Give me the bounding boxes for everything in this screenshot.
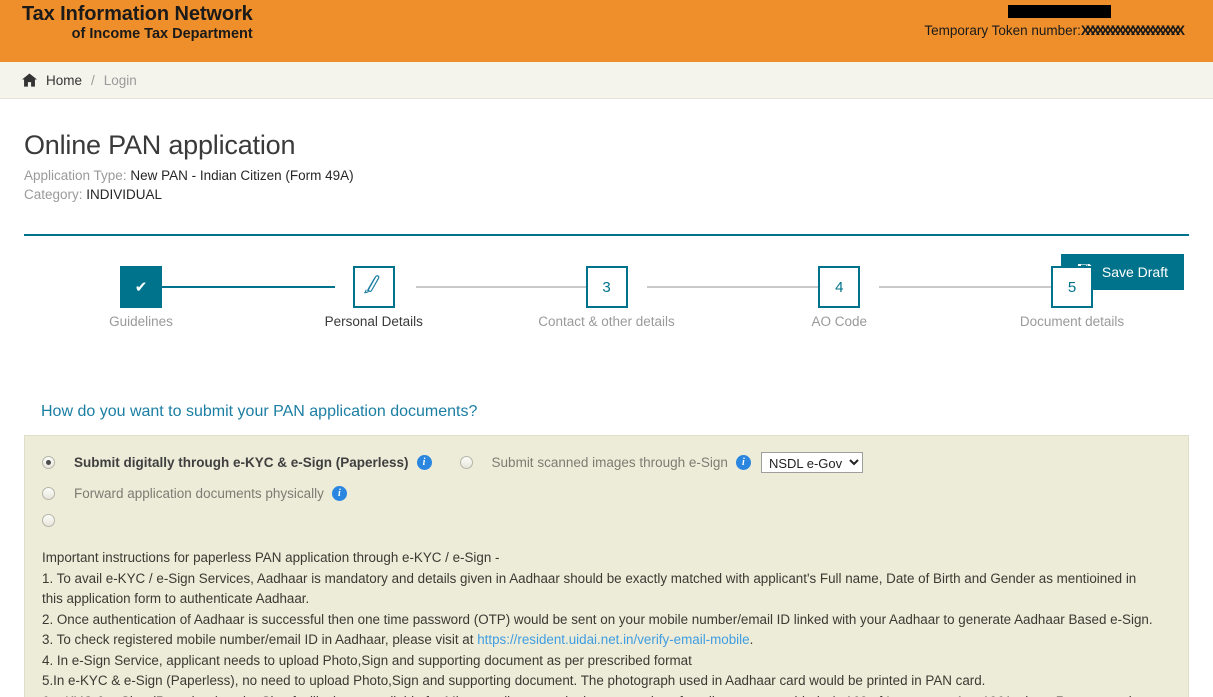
breadcrumb-current: Login [103, 72, 137, 88]
radio-unlabeled-extra[interactable] [42, 514, 55, 527]
progress-stepper: ✔ Guidelines Personal Details 3 Contact … [24, 266, 1189, 356]
info-icon-physical-forward[interactable]: i [331, 486, 347, 501]
stepper-connector-3 [647, 286, 832, 288]
option-ekyc-esign-label: Submit digitally through e-KYC & e-Sign … [74, 455, 409, 470]
token-label: Temporary Token number: [924, 23, 1081, 38]
stepper-connector-1 [162, 286, 335, 288]
application-type-value: New PAN - Indian Citizen (Form 49A) [130, 168, 354, 183]
application-type-label: Application Type: [24, 168, 127, 183]
option-physical-forward-label: Forward application documents physically [74, 486, 324, 501]
step-document-details-marker: 5 [1051, 266, 1093, 308]
submission-options-row: Submit digitally through e-KYC & e-Sign … [42, 452, 1171, 501]
radio-scanned-esign[interactable] [459, 456, 473, 469]
esign-provider-select[interactable]: NSDL e-Gov [760, 452, 863, 473]
step-ao-code-label: AO Code [811, 314, 868, 329]
page-body: Online PAN application Application Type:… [0, 99, 1213, 697]
info-icon-ekyc-esign[interactable]: i [416, 455, 432, 470]
step-guidelines-label: Guidelines [109, 314, 173, 329]
step-personal-details-label: Personal Details [324, 314, 423, 329]
title-divider [24, 234, 1189, 236]
brand-subtitle: of Income Tax Department [71, 25, 253, 42]
uidai-verify-link[interactable]: https://resident.uidai.net.in/verify-ema… [477, 632, 749, 647]
step-contact-details[interactable]: 3 Contact & other details [538, 266, 675, 329]
breadcrumb-home-link[interactable]: Home [46, 73, 82, 88]
token-value-masked: XXXXXXXXXXXXXXXXXXXX [1080, 23, 1185, 38]
stepper-connector-2 [416, 286, 599, 288]
instruction-item-4: 4. In e-Sign Service, applicant needs to… [42, 652, 692, 668]
instruction-item-1: 1. To avail e-KYC / e-Sign Services, Aad… [42, 570, 1137, 607]
instruction-item-3: 3. To check registered mobile number/ema… [42, 630, 1171, 651]
temporary-token-row: Temporary Token number:XXXXXXXXXXXXXXXXX… [924, 23, 1185, 38]
breadcrumb-separator: / [91, 72, 95, 88]
step-document-details[interactable]: 5 Document details [1020, 266, 1124, 329]
submission-question: How do you want to submit your PAN appli… [41, 403, 478, 420]
step-personal-details[interactable]: Personal Details [325, 266, 423, 329]
step-guidelines-marker: ✔ [120, 266, 162, 308]
stepper-connector-4 [879, 286, 1064, 288]
breadcrumb: Home / Login [0, 62, 1213, 99]
radio-physical-forward[interactable] [42, 487, 55, 500]
instruction-item-5: 5.In e-KYC & e-Sign (Paperless), no need… [42, 673, 986, 688]
option-ekyc-esign[interactable]: Submit digitally through e-KYC & e-Sign … [42, 455, 432, 470]
pencil-icon [363, 274, 385, 300]
redacted-id-bar: XXXXXXXXXXXX [1008, 5, 1111, 18]
category-label: Category: [24, 187, 83, 202]
site-brand: Tax Information Network of Income Tax De… [22, 3, 253, 42]
instructions-heading: Important instructions for paperless PAN… [42, 550, 500, 565]
home-icon [22, 73, 37, 87]
token-area: XXXXXXXXXXXX Temporary Token number:XXXX… [924, 5, 1185, 38]
title-block: Online PAN application Application Type:… [24, 99, 1189, 202]
instruction-item-3-suffix: . [749, 632, 754, 647]
instructions-block: Important instructions for paperless PAN… [42, 548, 1171, 697]
page-title: Online PAN application [24, 130, 296, 160]
step-contact-details-marker: 3 [585, 266, 628, 308]
instruction-item-6: 6.e-KYC & e-Sign (Paperless) and e-Sign … [42, 692, 1152, 697]
option-physical-forward[interactable]: Forward application documents physically… [42, 486, 347, 501]
submission-options-panel: Submit digitally through e-KYC & e-Sign … [24, 435, 1189, 697]
category-value: INDIVIDUAL [86, 187, 163, 202]
category-line: Category: INDIVIDUAL [24, 187, 1189, 202]
extra-option-row [42, 514, 1171, 530]
option-scanned-esign-label: Submit scanned images through e-Sign [491, 455, 728, 470]
step-ao-code[interactable]: 4 AO Code [811, 266, 867, 329]
step-guidelines[interactable]: ✔ Guidelines [109, 266, 173, 329]
step-personal-details-marker [352, 266, 395, 308]
brand-title: Tax Information Network [22, 3, 253, 25]
instruction-item-3-prefix: 3. To check registered mobile number/ema… [42, 632, 478, 647]
site-header: Tax Information Network of Income Tax De… [0, 0, 1213, 62]
application-type-line: Application Type: New PAN - Indian Citiz… [24, 168, 1189, 183]
step-document-details-label: Document details [1019, 314, 1125, 329]
step-ao-code-marker: 4 [818, 266, 861, 308]
instruction-item-2: 2. Once authentication of Aadhaar is suc… [42, 611, 1153, 627]
info-icon-scanned-esign[interactable]: i [735, 455, 751, 470]
radio-ekyc-esign[interactable] [42, 456, 55, 469]
option-scanned-esign[interactable]: Submit scanned images through e-Sign i N… [459, 452, 863, 473]
step-contact-details-label: Contact & other details [538, 314, 675, 329]
